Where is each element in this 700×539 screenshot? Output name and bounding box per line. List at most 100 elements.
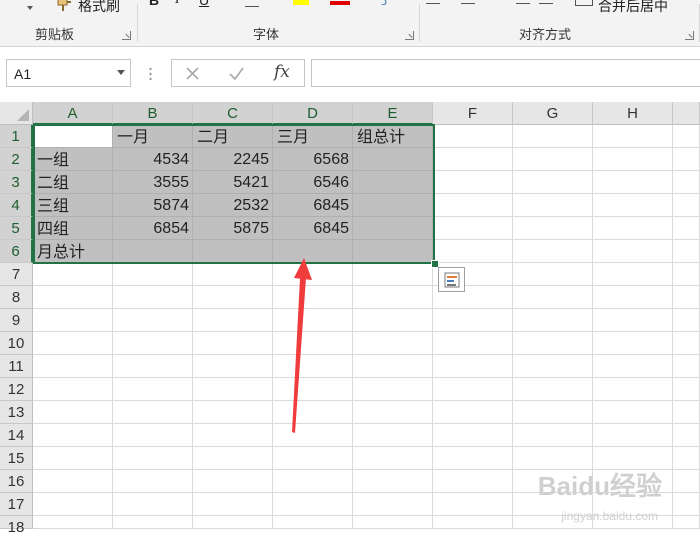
cell-e1[interactable]: 组总计 xyxy=(353,125,433,148)
row-header-17[interactable]: 17 xyxy=(0,493,33,516)
cell-c11[interactable] xyxy=(193,355,273,378)
cell-g7[interactable] xyxy=(513,263,593,286)
cell-a5[interactable]: 四组 xyxy=(33,217,113,240)
clipboard-launcher-icon[interactable] xyxy=(122,31,131,40)
cell-f3[interactable] xyxy=(433,171,513,194)
cell-h1[interactable] xyxy=(593,125,673,148)
cell-f9[interactable] xyxy=(433,309,513,332)
row-header-1[interactable]: 1 xyxy=(0,125,33,148)
cell-d18[interactable] xyxy=(273,516,353,529)
text-direction-icon[interactable]: ↄ xyxy=(381,0,387,8)
cell-b14[interactable] xyxy=(113,424,193,447)
row-header-13[interactable]: 13 xyxy=(0,401,33,424)
italic-button[interactable]: I xyxy=(175,0,180,8)
cell-i3[interactable] xyxy=(673,171,700,194)
cell-e17[interactable] xyxy=(353,493,433,516)
cell-a6[interactable]: 月总计 xyxy=(33,240,113,263)
cell-c12[interactable] xyxy=(193,378,273,401)
underline-button[interactable]: U xyxy=(199,0,209,8)
cell-c14[interactable] xyxy=(193,424,273,447)
cell-f4[interactable] xyxy=(433,194,513,217)
cell-f16[interactable] xyxy=(433,470,513,493)
cell-c8[interactable] xyxy=(193,286,273,309)
drag-handle-icon[interactable] xyxy=(149,66,152,81)
column-header-c[interactable]: C xyxy=(193,102,273,125)
format-painter-button[interactable]: 格式刷 xyxy=(78,0,120,16)
cell-i14[interactable] xyxy=(673,424,700,447)
font-launcher-icon[interactable] xyxy=(405,31,414,40)
cell-g12[interactable] xyxy=(513,378,593,401)
cell-a7[interactable] xyxy=(33,263,113,286)
name-box[interactable]: A1 xyxy=(6,59,131,87)
merge-center-icon[interactable] xyxy=(575,0,593,6)
row-header-6[interactable]: 6 xyxy=(0,240,33,263)
cell-a16[interactable] xyxy=(33,470,113,493)
cell-g8[interactable] xyxy=(513,286,593,309)
cell-e12[interactable] xyxy=(353,378,433,401)
alignment-launcher-icon[interactable] xyxy=(685,31,694,40)
quick-analysis-button[interactable] xyxy=(438,267,465,292)
cell-a11[interactable] xyxy=(33,355,113,378)
cell-a8[interactable] xyxy=(33,286,113,309)
cell-h2[interactable] xyxy=(593,148,673,171)
cell-a9[interactable] xyxy=(33,309,113,332)
row-header-2[interactable]: 2 xyxy=(0,148,33,171)
align-middle-icon[interactable] xyxy=(461,3,475,4)
cell-b5[interactable]: 6854 xyxy=(113,217,193,240)
cell-i12[interactable] xyxy=(673,378,700,401)
cell-e18[interactable] xyxy=(353,516,433,529)
insert-function-button[interactable]: fx xyxy=(274,62,290,82)
cell-e13[interactable] xyxy=(353,401,433,424)
cell-b11[interactable] xyxy=(113,355,193,378)
cell-d5[interactable]: 6845 xyxy=(273,217,353,240)
cell-h6[interactable] xyxy=(593,240,673,263)
cell-h11[interactable] xyxy=(593,355,673,378)
wrap-icon[interactable] xyxy=(539,3,553,4)
close-icon[interactable] xyxy=(185,66,200,85)
cell-g3[interactable] xyxy=(513,171,593,194)
merge-center-button[interactable]: 合并后居中 xyxy=(598,0,668,16)
cell-a10[interactable] xyxy=(33,332,113,355)
cell-c2[interactable]: 2245 xyxy=(193,148,273,171)
cell-h5[interactable] xyxy=(593,217,673,240)
cell-d4[interactable]: 6845 xyxy=(273,194,353,217)
cell-g11[interactable] xyxy=(513,355,593,378)
cell-h4[interactable] xyxy=(593,194,673,217)
format-painter-icon[interactable] xyxy=(57,0,73,11)
cell-i10[interactable] xyxy=(673,332,700,355)
cell-e11[interactable] xyxy=(353,355,433,378)
cell-e10[interactable] xyxy=(353,332,433,355)
cell-h14[interactable] xyxy=(593,424,673,447)
cell-i8[interactable] xyxy=(673,286,700,309)
cell-i2[interactable] xyxy=(673,148,700,171)
cell-b12[interactable] xyxy=(113,378,193,401)
cell-a17[interactable] xyxy=(33,493,113,516)
cell-c13[interactable] xyxy=(193,401,273,424)
cell-c3[interactable]: 5421 xyxy=(193,171,273,194)
cell-i15[interactable] xyxy=(673,447,700,470)
cell-f14[interactable] xyxy=(433,424,513,447)
cell-i6[interactable] xyxy=(673,240,700,263)
cell-i11[interactable] xyxy=(673,355,700,378)
column-header-g[interactable]: G xyxy=(513,102,593,125)
cell-a3[interactable]: 二组 xyxy=(33,171,113,194)
cell-b8[interactable] xyxy=(113,286,193,309)
chevron-down-icon[interactable] xyxy=(117,70,125,75)
cell-b18[interactable] xyxy=(113,516,193,529)
column-header-a[interactable]: A xyxy=(33,102,113,125)
select-all-button[interactable] xyxy=(0,102,33,125)
cell-a15[interactable] xyxy=(33,447,113,470)
row-header-18[interactable]: 18 xyxy=(0,516,33,536)
cell-d2[interactable]: 6568 xyxy=(273,148,353,171)
cell-i1[interactable] xyxy=(673,125,700,148)
row-header-12[interactable]: 12 xyxy=(0,378,33,401)
cell-c15[interactable] xyxy=(193,447,273,470)
cell-e3[interactable] xyxy=(353,171,433,194)
cell-g6[interactable] xyxy=(513,240,593,263)
cell-a4[interactable]: 三组 xyxy=(33,194,113,217)
cell-f15[interactable] xyxy=(433,447,513,470)
cell-e2[interactable] xyxy=(353,148,433,171)
dropdown-arrow-icon[interactable] xyxy=(27,6,33,10)
cell-b3[interactable]: 3555 xyxy=(113,171,193,194)
cell-b4[interactable]: 5874 xyxy=(113,194,193,217)
